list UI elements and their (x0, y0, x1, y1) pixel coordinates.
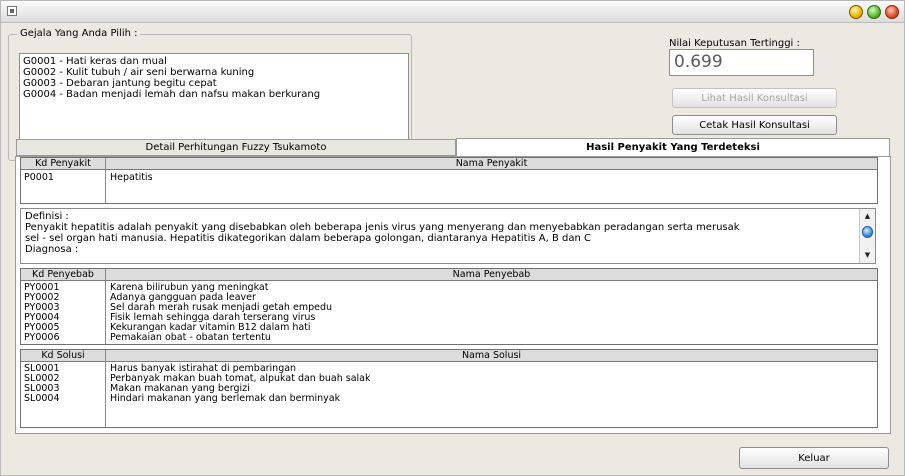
close-button[interactable] (885, 5, 899, 19)
column-header-disease-name[interactable]: Nama Penyakit (106, 158, 877, 170)
definition-scrollbar[interactable]: ▲ ▼ (859, 209, 875, 263)
scroll-thumb[interactable] (862, 226, 873, 238)
symptom-item: G0002 - Kulit tubuh / air seni berwarna … (23, 67, 255, 78)
disease-code-cell[interactable]: P0001 (24, 173, 54, 183)
app-window: Gejala Yang Anda Pilih : G0001 - Hati ke… (0, 0, 905, 476)
column-header-cause-name[interactable]: Nama Penyebab (106, 269, 877, 281)
column-divider (105, 158, 106, 203)
minimize-button[interactable] (849, 5, 863, 19)
definition-line: Definisi : (25, 211, 69, 222)
decision-value-field[interactable]: 0.699 (669, 49, 814, 76)
symptom-item: G0003 - Debaran jantung begitu cepat (23, 78, 217, 89)
definition-textbox[interactable]: Definisi : Penyakit hepatitis adalah pen… (20, 208, 876, 264)
app-icon (7, 6, 17, 16)
cause-name-cell[interactable]: Pemakaian obat - obatan tertentu (110, 333, 271, 343)
cause-table[interactable]: Kd Penyebab Nama Penyebab PY0001 Karena … (20, 268, 878, 345)
solution-code-cell[interactable]: SL0004 (24, 394, 60, 404)
disease-name-cell[interactable]: Hepatitis (110, 173, 153, 183)
definition-line: sel - sel organ hati manusia. Hepatitis … (25, 233, 591, 244)
symptom-item: G0004 - Badan menjadi lemah dan nafsu ma… (23, 89, 321, 100)
solution-table[interactable]: Kd Solusi Nama Solusi SL0001 Harus banya… (20, 349, 878, 428)
definition-line: Penyakit hepatitis adalah penyakit yang … (25, 222, 740, 233)
symptoms-group-title: Gejala Yang Anda Pilih : (17, 28, 141, 39)
disease-table[interactable]: Kd Penyakit Nama Penyakit P0001 Hepatiti… (20, 157, 878, 204)
maximize-button[interactable] (867, 5, 881, 19)
print-result-button[interactable]: Cetak Hasil Konsultasi (672, 115, 837, 135)
view-result-button[interactable]: Lihat Hasil Konsultasi (672, 88, 837, 108)
title-bar[interactable] (1, 1, 904, 23)
symptom-item: G0001 - Hati keras dan mual (23, 56, 167, 67)
scroll-down-icon[interactable]: ▼ (862, 251, 873, 260)
decision-label: Nilai Keputusan Tertinggi : (669, 38, 800, 49)
column-header-solution-name[interactable]: Nama Solusi (106, 350, 877, 362)
cause-code-cell[interactable]: PY0006 (24, 333, 60, 343)
tab-detected-disease[interactable]: Hasil Penyakit Yang Terdeteksi (456, 138, 890, 156)
column-header-solution-code[interactable]: Kd Solusi (21, 350, 105, 362)
column-header-cause-code[interactable]: Kd Penyebab (21, 269, 105, 281)
column-header-disease-code[interactable]: Kd Penyakit (21, 158, 105, 170)
tab-fuzzy-detail[interactable]: Detail Perhitungan Fuzzy Tsukamoto (16, 139, 456, 156)
column-divider (105, 269, 106, 344)
definition-line: Diagnosa : (25, 244, 79, 255)
solution-name-cell[interactable]: Hindari makanan yang berlemak dan bermin… (110, 394, 340, 404)
scroll-up-icon[interactable]: ▲ (862, 212, 873, 221)
column-divider (105, 350, 106, 427)
exit-button[interactable]: Keluar (739, 447, 889, 469)
